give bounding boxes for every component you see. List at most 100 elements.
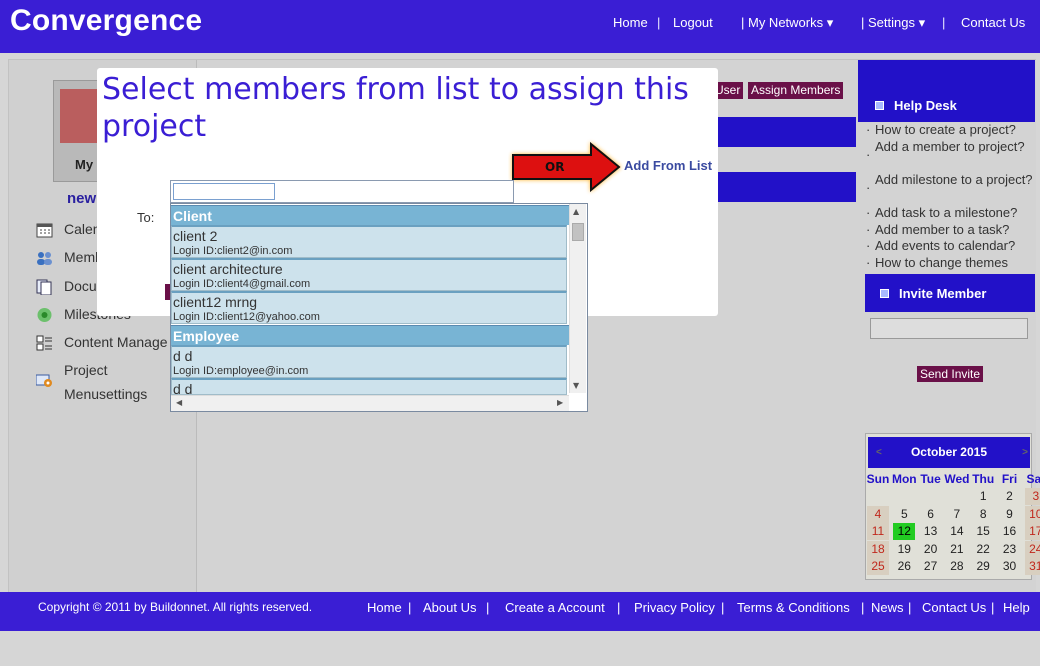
- footer-link-privacy[interactable]: Privacy Policy: [634, 600, 715, 615]
- copyright-text: Copyright © 2011 by Buildonnet. All righ…: [38, 600, 313, 614]
- list-item[interactable]: d d Login ID:employee@in.com: [171, 345, 567, 378]
- help-link[interactable]: · Add milestone to a project?: [866, 172, 1034, 195]
- list-item-login: Login ID:employee@in.com: [173, 365, 309, 377]
- calendar-day[interactable]: 20: [920, 541, 942, 558]
- footer-separator: |: [991, 600, 995, 615]
- section-header-bar: [718, 172, 856, 202]
- scroll-left-icon[interactable]: ◀: [176, 398, 182, 407]
- nav-home[interactable]: Home: [613, 15, 648, 30]
- footer-separator: |: [861, 600, 865, 615]
- footer-separator: |: [721, 600, 725, 615]
- footer-separator: |: [486, 600, 490, 615]
- help-link[interactable]: · How to change themes: [866, 255, 1034, 272]
- sidebar-item-label: Project: [64, 362, 108, 378]
- calendar-day[interactable]: 19: [893, 541, 915, 558]
- list-item-name: client12 mrng: [173, 294, 258, 310]
- list-item-login: Login ID:client12@yahoo.com: [173, 311, 320, 323]
- calendar-day[interactable]: 15: [972, 523, 994, 540]
- calendar-day[interactable]: 29: [972, 558, 994, 575]
- calendar-day-header: Sat: [1026, 472, 1040, 486]
- calendar-day[interactable]: 21: [946, 541, 968, 558]
- nav-separator: |: [657, 15, 661, 30]
- list-group-employee: Employee: [171, 325, 569, 345]
- documents-icon: [36, 279, 52, 295]
- footer-link-contact[interactable]: Contact Us: [922, 600, 986, 615]
- nav-logout[interactable]: Logout: [673, 15, 713, 30]
- list-item[interactable]: client12 mrng Login ID:client12@yahoo.co…: [171, 291, 567, 324]
- calendar-day[interactable]: 8: [972, 506, 994, 523]
- to-input[interactable]: [173, 183, 275, 200]
- list-item[interactable]: client 2 Login ID:client2@in.com: [171, 225, 567, 258]
- footer-link-terms[interactable]: Terms & Conditions: [737, 600, 850, 615]
- project-name[interactable]: new: [67, 190, 96, 207]
- calendar-day-header: Tue: [920, 472, 941, 486]
- scroll-down-icon[interactable]: ▼: [573, 381, 579, 390]
- scrollbar-thumb[interactable]: [572, 223, 584, 241]
- footer-link-help[interactable]: Help: [1003, 600, 1030, 615]
- calendar-day[interactable]: 12: [893, 523, 916, 541]
- scroll-right-icon[interactable]: ▶: [557, 398, 563, 407]
- calendar-day-header: Fri: [1001, 472, 1018, 486]
- calendar-day[interactable]: 27: [920, 558, 942, 575]
- footer-link-about[interactable]: About Us: [423, 600, 476, 615]
- calendar-day[interactable]: 18: [867, 540, 889, 558]
- list-item-name: d d: [173, 381, 193, 395]
- sidebar-item-label: Content Manage: [64, 334, 168, 350]
- send-invite-button[interactable]: Send Invite: [917, 366, 984, 382]
- list-item-name: d d: [173, 348, 193, 364]
- calendar-day[interactable]: 11: [867, 523, 889, 541]
- help-link[interactable]: · Add task to a milestone?: [866, 205, 1034, 222]
- invite-member-title: Invite Member: [880, 286, 986, 301]
- calendar-day[interactable]: 4: [867, 505, 889, 523]
- horizontal-scrollbar[interactable]: [171, 395, 569, 411]
- calendar-day[interactable]: 3: [1024, 488, 1040, 506]
- calendar-day[interactable]: 7: [946, 506, 968, 523]
- help-link[interactable]: · Add member to a task?: [866, 222, 1034, 239]
- scroll-up-icon[interactable]: ▲: [573, 207, 579, 216]
- assign-members-button[interactable]: Assign Members: [748, 82, 844, 99]
- section-header-bar: [718, 117, 856, 147]
- sidebar-item-label-line2: Menusettings: [64, 386, 148, 402]
- footer-link-home[interactable]: Home: [367, 600, 402, 615]
- add-from-list-link[interactable]: Add From List: [624, 158, 712, 173]
- calendar-day[interactable]: 5: [893, 506, 915, 523]
- calendar-icon: [36, 223, 53, 238]
- footer-link-news[interactable]: News: [871, 600, 904, 615]
- calendar-day[interactable]: 1: [972, 488, 994, 505]
- list-item[interactable]: client architecture Login ID:client4@gma…: [171, 258, 567, 291]
- calendar-day[interactable]: 2: [999, 488, 1021, 505]
- invite-email-input[interactable]: [870, 318, 1028, 339]
- help-link[interactable]: · Add a member to project?: [866, 139, 1034, 162]
- calendar-day[interactable]: 10: [1024, 505, 1040, 523]
- calendar-day[interactable]: 9: [999, 506, 1021, 523]
- calendar-day[interactable]: 6: [920, 506, 942, 523]
- calendar-prev-button[interactable]: <: [876, 437, 882, 468]
- calendar-day[interactable]: 28: [946, 558, 968, 575]
- list-item[interactable]: d d: [171, 378, 567, 395]
- calendar-day[interactable]: 30: [999, 558, 1021, 575]
- calendar-day[interactable]: 26: [893, 558, 915, 575]
- page-bottom: [0, 631, 1040, 666]
- brand-logo[interactable]: Convergence: [10, 4, 202, 38]
- to-field[interactable]: [170, 180, 514, 203]
- calendar-day[interactable]: 23: [999, 541, 1021, 558]
- calendar-day[interactable]: 22: [972, 541, 994, 558]
- help-link[interactable]: · How to create a project?: [866, 122, 1034, 139]
- calendar-day-header: Wed: [944, 472, 970, 486]
- calendar-day[interactable]: 24: [1024, 540, 1040, 558]
- calendar-day[interactable]: 17: [1024, 523, 1040, 541]
- nav-settings[interactable]: | Settings ▾: [861, 15, 925, 31]
- help-link[interactable]: · Add events to calendar?: [866, 238, 1034, 255]
- calendar-day[interactable]: 13: [920, 523, 942, 540]
- content-manage-icon: [36, 335, 52, 351]
- calendar-day[interactable]: 16: [999, 523, 1021, 540]
- nav-contact-us[interactable]: Contact Us: [961, 15, 1025, 30]
- calendar-day[interactable]: 25: [867, 558, 889, 575]
- calendar-day[interactable]: 14: [946, 523, 968, 540]
- calendar-day[interactable]: 31: [1024, 558, 1040, 575]
- footer-link-create-account[interactable]: Create a Account: [505, 600, 605, 615]
- nav-separator: |: [942, 15, 946, 30]
- list-item-login: Login ID:client2@in.com: [173, 245, 293, 257]
- nav-my-networks[interactable]: | My Networks ▾: [741, 15, 833, 31]
- calendar-next-button[interactable]: >: [1022, 437, 1028, 468]
